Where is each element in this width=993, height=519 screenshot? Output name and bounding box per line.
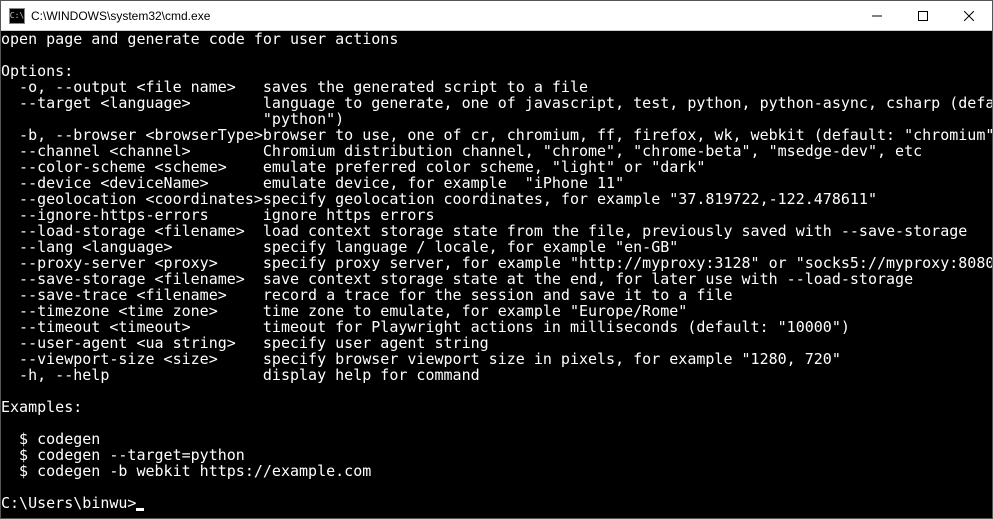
terminal-output[interactable]: open page and generate code for user act… (1, 31, 992, 518)
titlebar[interactable]: C:\ C:\WINDOWS\system32\cmd.exe (1, 1, 992, 31)
window-title: C:\WINDOWS\system32\cmd.exe (31, 9, 854, 23)
close-icon (964, 11, 974, 21)
window-frame: C:\ C:\WINDOWS\system32\cmd.exe open pag… (0, 0, 993, 519)
cmd-icon: C:\ (9, 8, 25, 24)
maximize-button[interactable] (900, 1, 946, 30)
cursor (136, 508, 144, 511)
close-button[interactable] (946, 1, 992, 30)
minimize-button[interactable] (854, 1, 900, 30)
maximize-icon (918, 11, 928, 21)
window-controls (854, 1, 992, 30)
minimize-icon (872, 11, 882, 21)
